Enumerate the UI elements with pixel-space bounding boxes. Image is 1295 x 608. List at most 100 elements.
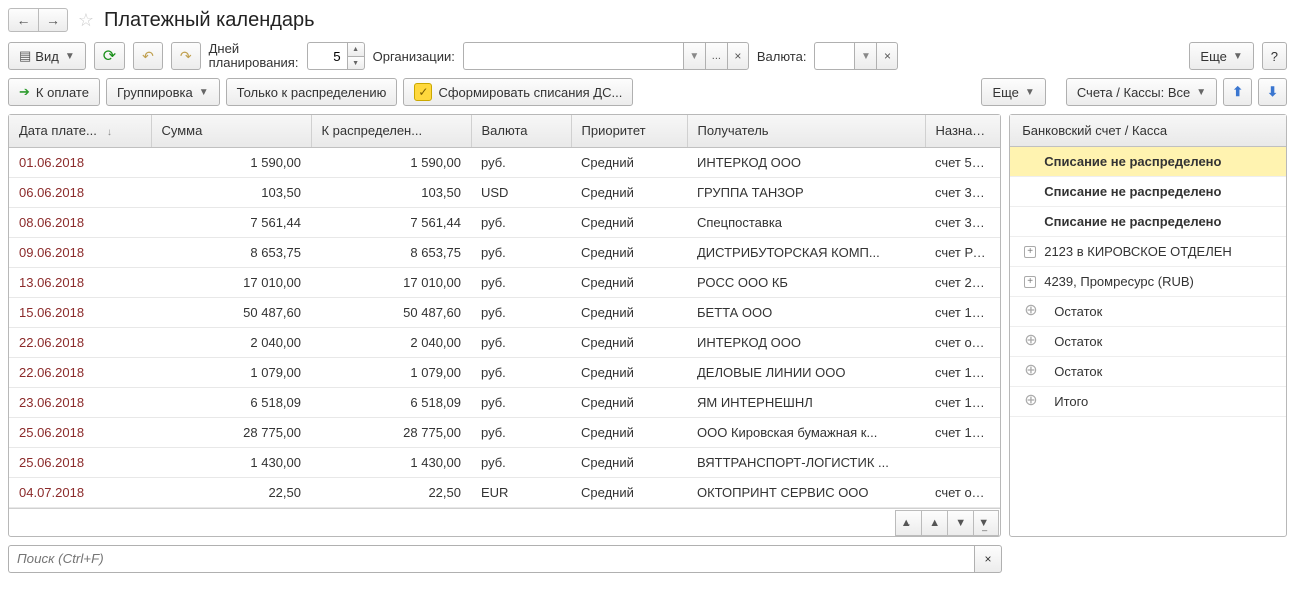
- table-row[interactable]: 23.06.20186 518,096 518,09руб.СреднийЯМ …: [9, 387, 1000, 417]
- more-button-toolbar1[interactable]: Еще ▼: [1189, 42, 1253, 70]
- expand-dot-icon[interactable]: ⊕: [1024, 366, 1036, 378]
- accounts-filter-button[interactable]: Счета / Кассы: Все ▼: [1066, 78, 1217, 106]
- org-field[interactable]: [463, 42, 683, 70]
- account-tree-item[interactable]: +2123 в КИРОВСКОЕ ОТДЕЛЕН: [1010, 237, 1286, 267]
- scroll-up-button[interactable]: ▲: [921, 510, 947, 536]
- undo-button[interactable]: ↶: [133, 42, 163, 70]
- table-row[interactable]: 15.06.201850 487,6050 487,60руб.СреднийБ…: [9, 297, 1000, 327]
- cell-dist: 1 079,00: [311, 357, 471, 387]
- refresh-icon: ⟳: [103, 46, 116, 66]
- to-payment-button[interactable]: ➔ К оплате: [8, 78, 100, 106]
- scroll-bottom-button[interactable]: ▼_: [973, 510, 999, 536]
- favorite-star-icon[interactable]: ☆: [74, 8, 98, 32]
- chevron-down-icon: ▼: [199, 87, 209, 98]
- cell-sum: 6 518,09: [151, 387, 311, 417]
- org-picker-button[interactable]: ...: [705, 42, 727, 70]
- table-row[interactable]: 06.06.2018103,50103,50USDСреднийГРУППА Т…: [9, 177, 1000, 207]
- table-row[interactable]: 04.07.201822,5022,50EURСреднийОКТОПРИНТ …: [9, 477, 1000, 507]
- scroll-top-button[interactable]: ▲_: [895, 510, 921, 536]
- accounts-label: Счета / Кассы: Все: [1077, 85, 1190, 100]
- days-spinner[interactable]: ▲ ▼: [307, 42, 365, 70]
- cell-recipient: ИНТЕРКОД ООО: [687, 327, 925, 357]
- table-row[interactable]: 22.06.20182 040,002 040,00руб.СреднийИНТ…: [9, 327, 1000, 357]
- move-up-button[interactable]: ⬆: [1223, 78, 1252, 106]
- expand-icon[interactable]: +: [1024, 276, 1036, 288]
- form-writeoffs-label: Сформировать списания ДС...: [438, 85, 622, 100]
- view-button[interactable]: ▤ Вид ▼: [8, 42, 86, 70]
- table-row[interactable]: 09.06.20188 653,758 653,75руб.СреднийДИС…: [9, 237, 1000, 267]
- cell-priority: Средний: [571, 417, 687, 447]
- org-dropdown-button[interactable]: ▼: [683, 42, 705, 70]
- days-label: Дней планирования:: [209, 42, 299, 70]
- form-writeoffs-button[interactable]: ✓ Сформировать списания ДС...: [403, 78, 633, 106]
- expand-dot-icon[interactable]: ⊕: [1024, 396, 1036, 408]
- refresh-button[interactable]: ⟳: [94, 42, 125, 70]
- cell-currency: руб.: [471, 207, 571, 237]
- account-tree-item[interactable]: Списание не распределено: [1010, 207, 1286, 237]
- nav-back-button[interactable]: ←: [8, 8, 38, 32]
- account-tree-item[interactable]: Списание не распределено: [1010, 177, 1286, 207]
- cell-recipient: ОКТОПРИНТ СЕРВИС ООО: [687, 477, 925, 507]
- only-to-distribute-button[interactable]: Только к распределению: [226, 78, 398, 106]
- nav-forward-button[interactable]: →: [38, 8, 68, 32]
- expand-icon[interactable]: +: [1024, 246, 1036, 258]
- col-recipient-header[interactable]: Получатель: [687, 115, 925, 147]
- col-purpose-header[interactable]: Назначение: [925, 115, 1000, 147]
- col-date-header[interactable]: Дата плате...↓: [9, 115, 151, 147]
- account-item-label: Списание не распределено: [1044, 154, 1221, 169]
- chevron-down-icon: ▼: [65, 51, 75, 62]
- expand-dot-icon[interactable]: ⊕: [1024, 336, 1036, 348]
- cell-purpose: счет РТ-2018: [925, 237, 1000, 267]
- cell-currency: USD: [471, 177, 571, 207]
- table-row[interactable]: 01.06.20181 590,001 590,00руб.СреднийИНТ…: [9, 147, 1000, 177]
- table-row[interactable]: 13.06.201817 010,0017 010,00руб.СреднийР…: [9, 267, 1000, 297]
- cell-recipient: ДЕЛОВЫЕ ЛИНИИ ООО: [687, 357, 925, 387]
- cell-dist: 50 487,60: [311, 297, 471, 327]
- cell-dist: 28 775,00: [311, 417, 471, 447]
- org-clear-button[interactable]: ×: [727, 42, 749, 70]
- right-panel-header[interactable]: Банковский счет / Касса: [1010, 115, 1286, 147]
- currency-field[interactable]: [814, 42, 854, 70]
- page-title: Платежный календарь: [104, 9, 315, 32]
- cell-purpose: счет 18-0368: [925, 357, 1000, 387]
- table-row[interactable]: 25.06.20181 430,001 430,00руб.СреднийВЯТ…: [9, 447, 1000, 477]
- spinner-up-button[interactable]: ▲: [347, 42, 365, 56]
- redo-icon: ↷: [180, 48, 192, 65]
- move-down-button[interactable]: ⬇: [1258, 78, 1287, 106]
- cell-dist: 6 518,09: [311, 387, 471, 417]
- table-row[interactable]: 25.06.201828 775,0028 775,00руб.Средний …: [9, 417, 1000, 447]
- account-tree-item[interactable]: +4239, Промресурс (RUB): [1010, 267, 1286, 297]
- cell-date: 25.06.2018: [9, 417, 151, 447]
- account-item-label: 4239, Промресурс (RUB): [1044, 274, 1194, 289]
- org-selector[interactable]: ▼ ... ×: [463, 42, 749, 70]
- cell-sum: 8 653,75: [151, 237, 311, 267]
- table-row[interactable]: 08.06.20187 561,447 561,44руб.СреднийСпе…: [9, 207, 1000, 237]
- col-sum-header[interactable]: Сумма: [151, 115, 311, 147]
- redo-button[interactable]: ↷: [171, 42, 201, 70]
- more-button-toolbar2[interactable]: Еще ▼: [981, 78, 1045, 106]
- account-tree-item[interactable]: ⊕Остаток: [1010, 297, 1286, 327]
- expand-dot-icon[interactable]: ⊕: [1024, 306, 1036, 318]
- account-tree-item[interactable]: ⊕Остаток: [1010, 327, 1286, 357]
- grouping-button[interactable]: Группировка ▼: [106, 78, 220, 106]
- cell-purpose: счет 506 от 2: [925, 147, 1000, 177]
- account-tree-item[interactable]: Списание не распределено: [1010, 147, 1286, 177]
- col-priority-header[interactable]: Приоритет: [571, 115, 687, 147]
- days-input[interactable]: [307, 42, 347, 70]
- help-button[interactable]: ?: [1262, 42, 1287, 70]
- cell-dist: 8 653,75: [311, 237, 471, 267]
- account-tree-item[interactable]: ⊕Остаток: [1010, 357, 1286, 387]
- cell-date: 25.06.2018: [9, 447, 151, 477]
- account-tree-item[interactable]: ⊕Итого: [1010, 387, 1286, 417]
- currency-selector[interactable]: ▼ ×: [814, 42, 898, 70]
- spinner-down-button[interactable]: ▼: [347, 56, 365, 70]
- currency-dropdown-button[interactable]: ▼: [854, 42, 876, 70]
- col-currency-header[interactable]: Валюта: [471, 115, 571, 147]
- table-row[interactable]: 22.06.20181 079,001 079,00руб.СреднийДЕЛ…: [9, 357, 1000, 387]
- search-clear-button[interactable]: ×: [974, 545, 1002, 573]
- search-input[interactable]: [8, 545, 974, 573]
- currency-clear-button[interactable]: ×: [876, 42, 898, 70]
- cell-dist: 1 430,00: [311, 447, 471, 477]
- col-dist-header[interactable]: К распределен...: [311, 115, 471, 147]
- scroll-down-button[interactable]: ▼: [947, 510, 973, 536]
